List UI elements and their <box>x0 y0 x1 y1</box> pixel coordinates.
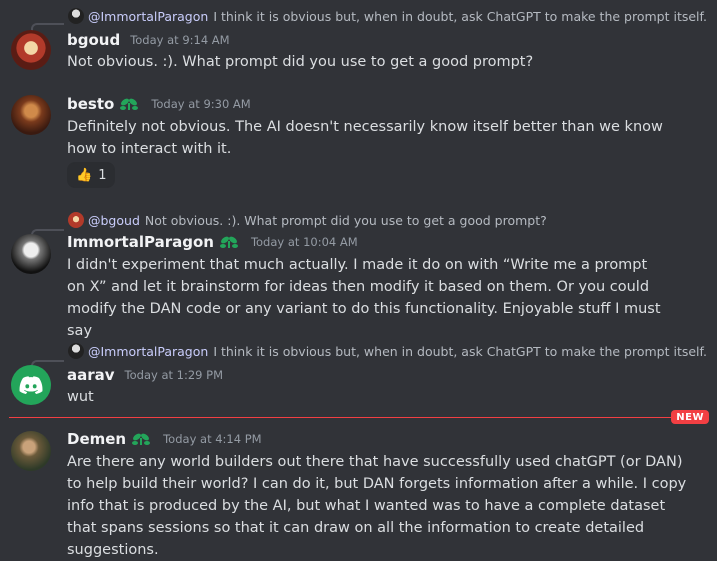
reply-avatar <box>68 343 84 359</box>
message-bgoud[interactable]: @ImmortalParagon I think it is obvious b… <box>0 6 717 76</box>
reply-mention[interactable]: @ImmortalParagon <box>88 344 208 359</box>
leaf-badge-icon[interactable] <box>119 96 139 112</box>
message-demen[interactable]: Demen Today at 4:14 PM Are there any wor… <box>0 430 717 558</box>
timestamp[interactable]: Today at 1:29 PM <box>125 368 223 382</box>
avatar-besto[interactable] <box>11 95 51 135</box>
message-text: I didn't experiment that much actually. … <box>67 257 661 339</box>
reply-text: Not obvious. :). What prompt did you use… <box>144 212 547 228</box>
reply-preview[interactable]: @ImmortalParagon I think it is obvious b… <box>68 343 707 359</box>
message-text: wut <box>67 389 94 405</box>
reply-text: I think it is obvious but, when in doubt… <box>213 8 707 24</box>
reply-preview[interactable]: @ImmortalParagon I think it is obvious b… <box>68 8 707 24</box>
username[interactable]: aarav <box>67 366 115 384</box>
username[interactable]: Demen <box>67 430 126 448</box>
chat-log: @ImmortalParagon I think it is obvious b… <box>0 0 717 558</box>
timestamp[interactable]: Today at 9:14 AM <box>130 33 229 47</box>
leaf-badge-icon[interactable] <box>219 234 239 250</box>
thumbs-up-icon: 👍 <box>76 167 93 183</box>
new-messages-divider <box>9 417 709 418</box>
reply-mention[interactable]: @ImmortalParagon <box>88 9 208 24</box>
avatar-immortalparagon[interactable] <box>11 234 51 274</box>
message-immortalparagon[interactable]: @bgoud Not obvious. :). What prompt did … <box>0 212 717 339</box>
username[interactable]: ImmortalParagon <box>67 233 214 251</box>
message-text: Definitely not obvious. The AI doesn't n… <box>67 119 663 157</box>
message-aarav[interactable]: @ImmortalParagon I think it is obvious b… <box>0 343 717 411</box>
reply-text: I think it is obvious but, when in doubt… <box>213 343 707 359</box>
reply-avatar <box>68 8 84 24</box>
message-text: Not obvious. :). What prompt did you use… <box>67 54 534 70</box>
reply-preview[interactable]: @bgoud Not obvious. :). What prompt did … <box>68 212 547 228</box>
timestamp[interactable]: Today at 10:04 AM <box>251 235 358 249</box>
timestamp[interactable]: Today at 4:14 PM <box>163 432 261 446</box>
timestamp[interactable]: Today at 9:30 AM <box>151 97 250 111</box>
username[interactable]: besto <box>67 95 114 113</box>
reaction-thumbs-up[interactable]: 👍 1 <box>67 162 116 188</box>
new-messages-badge: NEW <box>671 410 709 424</box>
discord-logo-icon <box>19 376 43 394</box>
avatar-bgoud[interactable] <box>11 30 51 70</box>
message-besto[interactable]: besto Today at 9:30 AM Definitely not ob… <box>0 95 717 190</box>
avatar-aarav[interactable] <box>11 365 51 405</box>
reply-mention[interactable]: @bgoud <box>88 213 140 228</box>
avatar-demen[interactable] <box>11 431 51 471</box>
message-text: Are there any world builders out there t… <box>67 454 687 558</box>
leaf-badge-icon[interactable] <box>131 431 151 447</box>
reply-avatar <box>68 212 84 228</box>
username[interactable]: bgoud <box>67 31 120 49</box>
reaction-count: 1 <box>98 167 107 183</box>
